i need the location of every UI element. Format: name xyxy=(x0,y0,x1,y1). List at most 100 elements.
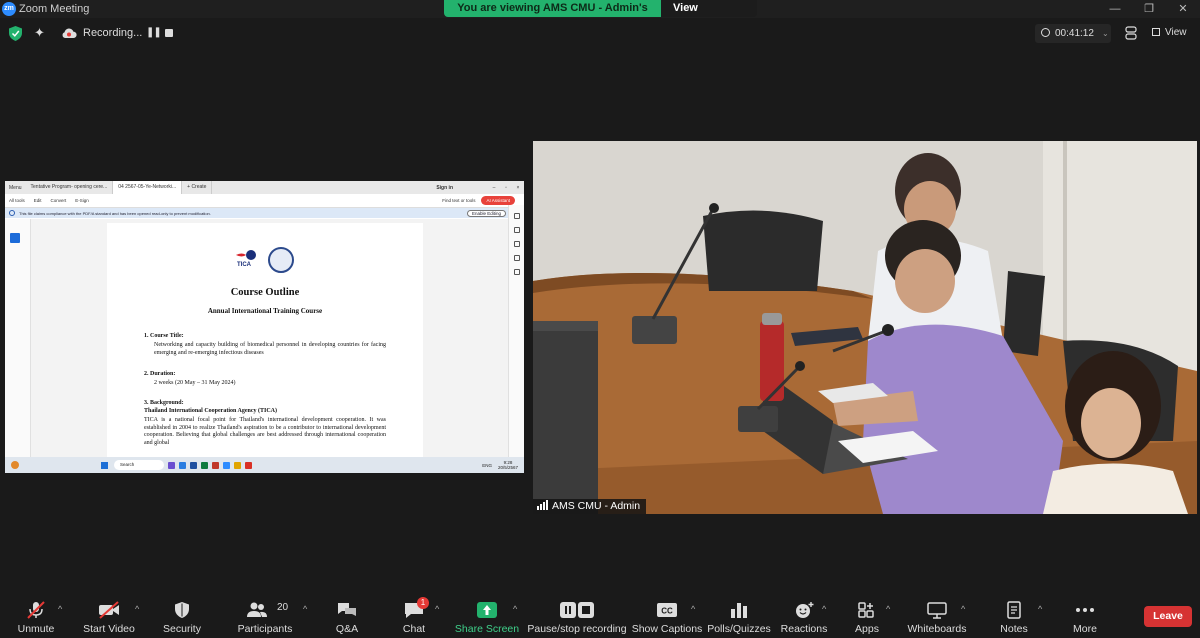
reactions-icon xyxy=(796,602,814,618)
encryption-shield-icon[interactable] xyxy=(9,26,22,41)
pdf-left-rail xyxy=(5,219,31,457)
document-subtitle: Annual International Training Course xyxy=(207,307,323,315)
section-subheading: Thailand International Cooperation Agenc… xyxy=(144,408,278,414)
signal-strength-icon xyxy=(537,500,548,510)
chevron-up-icon[interactable]: ^ xyxy=(822,604,826,614)
ai-companion-icon[interactable]: ✦ xyxy=(34,25,45,41)
app-icon xyxy=(179,461,186,469)
taskbar-clock: 9:28 20/5/2567 xyxy=(498,460,518,470)
participant-video[interactable]: AMS CMU - Admin xyxy=(533,141,1197,514)
pause-stop-recording-button[interactable]: Pause/stop recording xyxy=(527,592,627,638)
tool-icon xyxy=(513,255,520,261)
app-icon xyxy=(190,461,197,469)
svg-text:TICA: TICA xyxy=(237,262,252,268)
section-heading: 3. Background: xyxy=(144,400,184,406)
recording-label: Recording... xyxy=(83,27,143,39)
section-text: TICA is a national focal point for Thail… xyxy=(144,417,386,446)
chevron-down-icon: ⌄ xyxy=(1101,29,1109,38)
pause-recording-icon xyxy=(560,602,594,618)
system-tray: ENG 9:28 20/5/2567 xyxy=(482,460,518,470)
chevron-up-icon[interactable]: ^ xyxy=(961,604,965,614)
readonly-notice: This file claims compliance with the PDF… xyxy=(5,208,524,218)
pause-recording-icon[interactable]: ❚❚ xyxy=(146,27,162,38)
minimize-icon: – xyxy=(492,184,496,191)
pdf-menu-edit: Edit xyxy=(33,198,42,203)
notes-icon xyxy=(1007,601,1021,619)
view-options-label: View Options xyxy=(673,2,698,14)
zoom-logo-icon: zm xyxy=(2,2,16,16)
tool-icon xyxy=(513,241,520,247)
chevron-up-icon[interactable]: ^ xyxy=(886,604,890,614)
chevron-up-icon[interactable]: ^ xyxy=(58,604,62,614)
taskbar-date: 20/5/2567 xyxy=(497,465,518,470)
chevron-up-icon[interactable]: ^ xyxy=(513,604,517,614)
pdf-menu-convert: Convert xyxy=(50,198,67,203)
view-options-button[interactable]: View Options⌄ xyxy=(661,0,757,17)
browser-tab-active: 04 2567-05-Ye-Networki... xyxy=(113,181,183,194)
qa-icon xyxy=(338,603,356,616)
chevron-up-icon[interactable]: ^ xyxy=(691,604,695,614)
close-button[interactable]: ✕ xyxy=(1166,0,1200,18)
view-button[interactable]: View xyxy=(1152,27,1187,38)
shared-screen: Menu Tentative Program- opening cere... … xyxy=(5,181,524,473)
chevron-up-icon[interactable]: ^ xyxy=(135,604,139,614)
clock-icon xyxy=(1041,28,1050,37)
sign-in-label: Sign in xyxy=(436,184,453,191)
ai-assistant-button: AI Assistant xyxy=(481,196,515,205)
status-bar: ✦ Recording... ❚❚ 00:41:12 ⌄ View xyxy=(0,24,1200,44)
language-indicator: ENG xyxy=(482,462,492,468)
tool-icon xyxy=(513,269,520,275)
chevron-up-icon[interactable]: ^ xyxy=(1038,604,1042,614)
ministry-seal xyxy=(268,247,294,273)
share-screen-button[interactable]: Share Screen ^ xyxy=(447,592,527,638)
pdf-page: TICA Course Outline Annual International… xyxy=(107,223,423,457)
stop-recording-icon[interactable] xyxy=(165,29,173,37)
restore-icon: ▫ xyxy=(505,184,507,191)
weather-icon xyxy=(11,461,19,469)
browser-menu: Menu xyxy=(9,184,22,191)
meeting-timer[interactable]: 00:41:12 ⌄ xyxy=(1035,24,1111,43)
taskbar-search: Search xyxy=(114,460,164,470)
polls-icon xyxy=(731,603,747,618)
app-icon xyxy=(168,461,175,469)
app-icon xyxy=(234,461,241,469)
participant-name-tag: AMS CMU - Admin xyxy=(533,499,647,514)
app-icon xyxy=(245,461,252,469)
chevron-up-icon[interactable]: ^ xyxy=(435,604,439,614)
chat-unread-badge: 1 xyxy=(417,597,429,609)
viewing-screen-label: You are viewing AMS CMU - Admin's screen xyxy=(444,0,661,17)
window-controls: — ❐ ✕ xyxy=(1098,0,1200,18)
view-label: View xyxy=(1165,27,1187,38)
more-icon xyxy=(1076,608,1094,612)
document-title: Course Outline xyxy=(230,287,300,298)
app-icon xyxy=(223,461,230,469)
microphone-muted-icon xyxy=(27,601,45,619)
participant-name: AMS CMU - Admin xyxy=(552,500,641,512)
window-title: Zoom Meeting xyxy=(19,3,90,15)
select-tool-icon xyxy=(10,233,20,243)
notice-text: This file claims compliance with the PDF… xyxy=(19,210,211,216)
section-text: 2 weeks (20 May – 31 May 2024) xyxy=(154,380,236,386)
apps-icon xyxy=(858,602,874,618)
browser-tab: Tentative Program- opening cere... xyxy=(26,181,114,194)
tool-icon xyxy=(513,227,520,233)
stack-icon[interactable] xyxy=(1125,26,1137,40)
section-text: Networking and capacity building of biom… xyxy=(154,342,386,356)
captions-icon: CC xyxy=(657,603,677,617)
close-icon: × xyxy=(516,184,520,191)
minimize-button[interactable]: — xyxy=(1098,0,1132,18)
document-logos: TICA xyxy=(234,247,300,275)
participant-count: 20 xyxy=(277,602,289,613)
leave-button[interactable]: Leave xyxy=(1144,606,1192,627)
whiteboard-icon xyxy=(927,602,947,619)
more-button[interactable]: More xyxy=(1045,592,1125,638)
pdf-right-rail xyxy=(508,205,524,457)
share-screen-icon xyxy=(477,602,497,618)
app-icon xyxy=(201,461,208,469)
pdf-find: Find text or tools xyxy=(442,198,476,203)
cloud-recording-icon xyxy=(62,28,77,38)
restore-button[interactable]: ❐ xyxy=(1132,0,1166,18)
viewing-banner: You are viewing AMS CMU - Admin's screen… xyxy=(444,0,757,17)
section-heading: 2. Duration: xyxy=(144,371,176,377)
start-icon xyxy=(101,461,108,469)
